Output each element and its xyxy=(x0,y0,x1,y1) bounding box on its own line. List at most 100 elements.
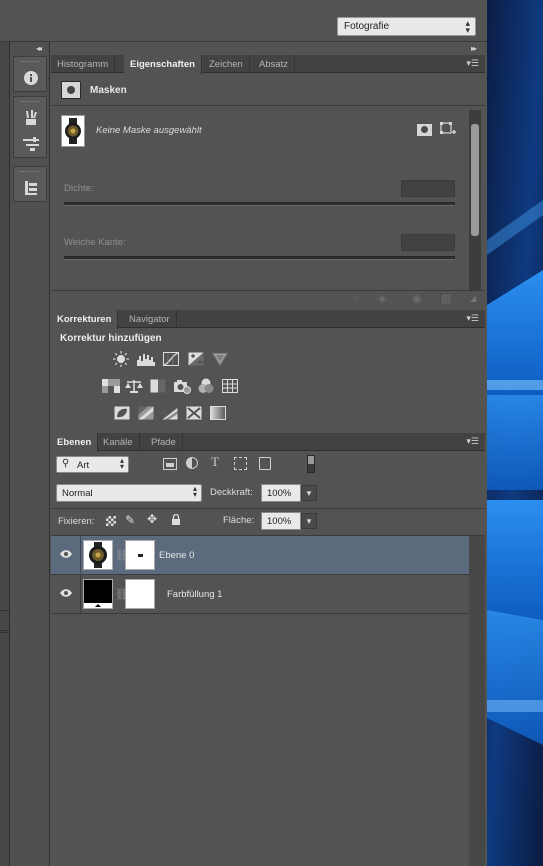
tool-presets-icon[interactable] xyxy=(14,131,48,157)
layer-name[interactable]: Ebene 0 xyxy=(159,550,194,561)
fill-label: Fläche: xyxy=(223,515,255,526)
filter-pixel-layers-icon[interactable] xyxy=(163,458,177,470)
search-icon: ⚲ xyxy=(62,458,70,469)
feather-label: Weiche Kante: xyxy=(64,237,126,248)
tab-navigator[interactable]: Navigator xyxy=(123,310,177,328)
layer-mask-thumbnail[interactable] xyxy=(125,540,155,570)
tab-eigenschaften[interactable]: Eigenschaften xyxy=(124,55,202,74)
eye-icon[interactable] xyxy=(59,549,73,559)
dock-group-info xyxy=(13,56,47,92)
density-value-field[interactable] xyxy=(401,180,455,197)
adjustments-tabbar: Korrekturen Navigator ▾☰ xyxy=(51,310,485,329)
layer-row-ebene-0[interactable]: ⛓ Ebene 0 xyxy=(51,536,469,575)
load-selection-icon[interactable]: ⁘ xyxy=(351,292,360,305)
expand-panels-icon[interactable]: ▸▸ xyxy=(471,44,477,53)
updown-arrow-icon: ▴ ▾ xyxy=(119,456,124,471)
grip-icon[interactable] xyxy=(20,61,40,63)
layer-list: ⛓ Ebene 0 ⛓ Farbfüllung 1 xyxy=(51,536,469,866)
visibility-mask-icon[interactable]: ◉ xyxy=(412,292,422,305)
filter-type-layers-icon[interactable]: T xyxy=(211,454,219,470)
resize-grip-icon[interactable]: ◢ xyxy=(470,294,476,303)
tab-ebenen[interactable]: Ebenen xyxy=(51,433,99,452)
layer-filter-select[interactable]: ⚲ Art ▴ ▾ xyxy=(56,456,129,473)
invert-icon[interactable] xyxy=(113,405,131,421)
layers-tabbar: Ebenen Kanäle Pfade ▾☰ xyxy=(51,433,485,452)
layer-thumbnail xyxy=(61,115,85,147)
layer-filter-value: Art xyxy=(77,460,90,471)
filter-toggle-switch[interactable] xyxy=(307,455,315,473)
brightness-contrast-icon[interactable] xyxy=(112,351,130,367)
workspace-select[interactable]: Fotografie ▴ ▾ xyxy=(337,17,476,36)
grip-icon[interactable] xyxy=(20,171,40,173)
add-vector-mask-icon[interactable] xyxy=(440,122,456,137)
fill-layer-thumbnail[interactable] xyxy=(83,579,113,609)
posterize-icon[interactable] xyxy=(137,405,155,421)
clone-source-icon[interactable] xyxy=(14,175,48,201)
fill-field[interactable]: 100% xyxy=(261,512,301,530)
layer-mask-thumbnail[interactable] xyxy=(125,579,155,609)
vibrance-icon[interactable] xyxy=(211,351,229,367)
dock-group-tools xyxy=(13,96,47,158)
lock-transparent-icon[interactable] xyxy=(106,516,116,526)
levels-icon[interactable] xyxy=(137,351,155,367)
black-white-icon[interactable] xyxy=(149,378,167,394)
fill-dropdown-icon[interactable]: ▾ xyxy=(301,513,317,529)
layer-row-farbfuellung-1[interactable]: ⛓ Farbfüllung 1 xyxy=(51,575,469,614)
feather-slider[interactable] xyxy=(64,256,455,260)
selective-color-icon[interactable] xyxy=(185,405,203,421)
properties-scrollbar[interactable] xyxy=(469,110,481,290)
lock-position-icon[interactable]: ✥ xyxy=(147,512,157,526)
filter-smart-objects-icon[interactable] xyxy=(259,457,271,470)
hue-saturation-icon[interactable] xyxy=(102,378,120,394)
panel-menu-icon[interactable]: ▾☰ xyxy=(466,58,479,69)
color-lookup-icon[interactable] xyxy=(221,378,239,394)
grip-icon[interactable] xyxy=(20,101,40,103)
mask-icon xyxy=(61,81,81,99)
add-pixel-mask-icon[interactable] xyxy=(417,124,432,136)
layer-name[interactable]: Farbfüllung 1 xyxy=(167,589,222,600)
panel-menu-icon[interactable]: ▾☰ xyxy=(466,313,479,324)
scrollbar-thumb[interactable] xyxy=(471,124,479,236)
collapse-dock-icon[interactable]: ◂◂ xyxy=(36,44,42,53)
gradient-map-icon[interactable] xyxy=(209,405,227,421)
properties-section-title: Masken xyxy=(90,85,127,96)
curves-icon[interactable] xyxy=(162,351,180,367)
desktop-background xyxy=(487,0,543,866)
color-balance-icon[interactable] xyxy=(125,378,143,394)
tab-histogramm[interactable]: Histogramm xyxy=(51,55,116,73)
layers-scrollbar[interactable] xyxy=(469,536,485,866)
blend-mode-select[interactable]: Normal ▴ ▾ xyxy=(56,484,202,502)
adjustments-title: Korrektur hinzufügen xyxy=(60,333,162,344)
feather-value-field[interactable] xyxy=(401,234,455,251)
density-slider[interactable] xyxy=(64,202,455,206)
opacity-field[interactable]: 100% xyxy=(261,484,301,502)
filter-shape-layers-icon[interactable] xyxy=(234,457,247,470)
exposure-icon[interactable] xyxy=(187,351,205,367)
threshold-icon[interactable] xyxy=(161,405,179,421)
blend-mode-value: Normal xyxy=(62,488,93,499)
apply-mask-icon[interactable]: ◈ xyxy=(378,292,386,305)
mask-status: Keine Maske ausgewählt xyxy=(96,125,202,136)
panel-menu-icon[interactable]: ▾☰ xyxy=(466,436,479,447)
photo-filter-icon[interactable] xyxy=(173,378,191,394)
delete-mask-icon[interactable]: ▥ xyxy=(441,292,451,305)
tab-pfade[interactable]: Pfade xyxy=(145,433,183,451)
tab-korrekturen[interactable]: Korrekturen xyxy=(51,310,119,329)
options-bar: Fotografie ▴ ▾ xyxy=(0,0,487,42)
lock-brush-icon[interactable]: ✎ xyxy=(125,513,135,527)
opacity-dropdown-icon[interactable]: ▾ xyxy=(301,485,317,501)
lock-label: Fixieren: xyxy=(58,516,95,527)
tab-absatz[interactable]: Absatz xyxy=(253,55,296,73)
brush-presets-icon[interactable] xyxy=(14,105,48,131)
mask-actions-row: ⁘ ◈ ◉ ▥ ◢ xyxy=(351,292,485,306)
tab-kanaele[interactable]: Kanäle xyxy=(97,433,140,451)
filter-adjustment-layers-icon[interactable] xyxy=(186,457,198,469)
opacity-label: Deckkraft: xyxy=(210,487,253,498)
channel-mixer-icon[interactable] xyxy=(197,378,215,394)
eye-icon[interactable] xyxy=(59,588,73,598)
info-icon[interactable] xyxy=(14,65,48,91)
tab-zeichen[interactable]: Zeichen xyxy=(203,55,250,73)
lock-all-icon[interactable] xyxy=(171,513,181,525)
layer-thumbnail-watch xyxy=(83,540,113,570)
updown-arrow-icon: ▴ ▾ xyxy=(465,18,470,35)
